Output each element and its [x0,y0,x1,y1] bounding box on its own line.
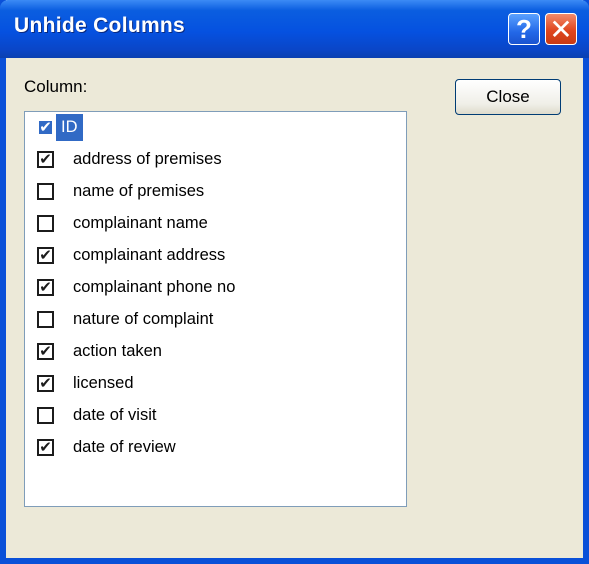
checkbox-complainant-name[interactable] [37,214,54,232]
list-item-complainant-address[interactable]: ✔ complainant address [37,240,227,270]
title-close-button[interactable]: ✕ [545,13,577,45]
list-item-licensed[interactable]: ✔ licensed [37,368,136,398]
close-button[interactable]: Close [455,79,561,115]
list-item-date-of-review[interactable]: ✔ date of review [37,432,178,462]
list-item-label: nature of complaint [73,309,214,328]
checkbox-id[interactable]: ✔ [37,118,54,136]
checkbox-name-of-premises[interactable] [37,182,54,200]
checkbox-date-of-review[interactable]: ✔ [37,438,54,456]
help-button[interactable]: ? [508,13,540,45]
checkbox-nature-of-complaint[interactable] [37,310,54,328]
list-item-label: date of review [73,437,176,456]
dialog-title: Unhide Columns [14,14,186,37]
list-item-label: ID [56,113,83,141]
list-item-complainant-name[interactable]: complainant name [37,208,210,238]
column-label: Column: [24,77,88,96]
list-item-nature-of-complaint[interactable]: nature of complaint [37,304,215,334]
list-item-address-of-premises[interactable]: ✔ address of premises [37,144,224,174]
list-item-label: address of premises [73,149,222,168]
list-item-label: action taken [73,341,162,360]
checkbox-complainant-address[interactable]: ✔ [37,246,54,264]
list-item-complainant-phone-no[interactable]: ✔ complainant phone no [37,272,237,302]
columns-listbox[interactable]: ✔ ID ✔ address of premises name of premi… [24,111,407,507]
close-icon: ✕ [549,13,573,45]
list-item-label: licensed [73,373,134,392]
title-bar[interactable]: Unhide Columns ? ✕ [0,0,589,58]
help-icon: ? [516,13,532,44]
list-item-name-of-premises[interactable]: name of premises [37,176,206,206]
list-item-label: complainant phone no [73,277,236,296]
checkbox-date-of-visit[interactable] [37,406,54,424]
checkbox-action-taken[interactable]: ✔ [37,342,54,360]
list-item-label: date of visit [73,405,157,424]
list-item-action-taken[interactable]: ✔ action taken [37,336,164,366]
list-item-label: complainant name [73,213,208,232]
checkbox-address-of-premises[interactable]: ✔ [37,150,54,168]
list-item-label: complainant address [73,245,226,264]
list-item-id[interactable]: ✔ ID [37,112,83,142]
list-item-label: name of premises [73,181,205,200]
list-item-date-of-visit[interactable]: date of visit [37,400,158,430]
checkbox-complainant-phone-no[interactable]: ✔ [37,278,54,296]
checkbox-licensed[interactable]: ✔ [37,374,54,392]
